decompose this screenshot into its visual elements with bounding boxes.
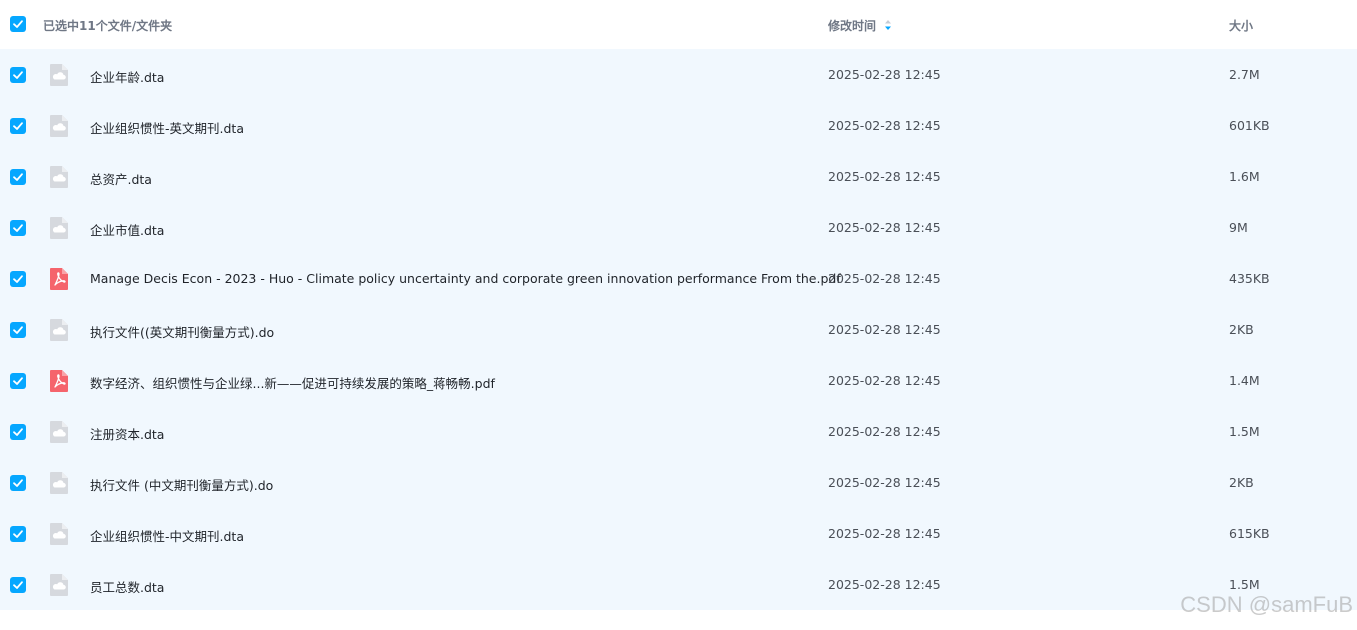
row-checkbox[interactable]: [10, 373, 26, 389]
file-size: 1.4M: [1229, 373, 1260, 388]
column-header-modified[interactable]: 修改时间: [828, 17, 876, 34]
file-size: 2KB: [1229, 322, 1254, 337]
check-icon: [13, 275, 23, 283]
row-checkbox[interactable]: [10, 526, 26, 542]
row-checkbox[interactable]: [10, 169, 26, 185]
row-checkbox[interactable]: [10, 271, 26, 287]
generic-file-icon: [50, 217, 68, 239]
file-row[interactable]: 企业市值.dta 2025-02-28 12:45 9M: [0, 202, 1357, 253]
generic-file-icon: [50, 421, 68, 443]
file-size: 1.6M: [1229, 169, 1260, 184]
check-icon: [13, 326, 23, 334]
file-name[interactable]: 企业组织惯性-英文期刊.dta: [90, 118, 244, 137]
check-icon: [13, 71, 23, 79]
generic-file-icon: [50, 64, 68, 86]
file-row[interactable]: 企业年龄.dta 2025-02-28 12:45 2.7M: [0, 49, 1357, 100]
check-icon: [13, 428, 23, 436]
file-row[interactable]: 总资产.dta 2025-02-28 12:45 1.6M: [0, 151, 1357, 202]
check-icon: [13, 122, 23, 130]
file-modified-date: 2025-02-28 12:45: [828, 118, 941, 133]
file-modified-date: 2025-02-28 12:45: [828, 475, 941, 490]
file-size: 601KB: [1229, 118, 1270, 133]
file-row[interactable]: 企业组织惯性-英文期刊.dta 2025-02-28 12:45 601KB: [0, 100, 1357, 151]
check-icon: [13, 20, 23, 28]
check-icon: [13, 224, 23, 232]
file-modified-date: 2025-02-28 12:45: [828, 526, 941, 541]
row-checkbox[interactable]: [10, 322, 26, 338]
generic-file-icon: [50, 319, 68, 341]
file-row[interactable]: 企业组织惯性-中文期刊.dta 2025-02-28 12:45 615KB: [0, 508, 1357, 559]
generic-file-icon: [50, 472, 68, 494]
check-icon: [13, 479, 23, 487]
row-checkbox[interactable]: [10, 67, 26, 83]
file-row[interactable]: Manage Decis Econ - 2023 - Huo - Climate…: [0, 253, 1357, 304]
generic-file-icon: [50, 166, 68, 188]
file-name[interactable]: 员工总数.dta: [90, 577, 164, 596]
generic-file-icon: [50, 523, 68, 545]
file-modified-date: 2025-02-28 12:45: [828, 373, 941, 388]
row-checkbox[interactable]: [10, 220, 26, 236]
row-checkbox[interactable]: [10, 424, 26, 440]
row-checkbox[interactable]: [10, 118, 26, 134]
file-list: 企业年龄.dta 2025-02-28 12:45 2.7M 企业组织惯性-英文期刊.…: [0, 49, 1357, 610]
file-row[interactable]: 员工总数.dta 2025-02-28 12:45 1.5M: [0, 559, 1357, 610]
file-name[interactable]: 注册资本.dta: [90, 424, 164, 443]
file-row[interactable]: 数字经济、组织惯性与企业绿...新——促进可持续发展的策略_蒋畅畅.pdf 202…: [0, 355, 1357, 406]
file-modified-date: 2025-02-28 12:45: [828, 220, 941, 235]
file-modified-date: 2025-02-28 12:45: [828, 169, 941, 184]
selection-count-label: 已选中11个文件/文件夹: [43, 19, 173, 33]
check-icon: [13, 377, 23, 385]
check-icon: [13, 581, 23, 589]
sort-desc-icon[interactable]: [883, 18, 893, 32]
file-modified-date: 2025-02-28 12:45: [828, 271, 941, 286]
file-name[interactable]: 执行文件((英文期刊衡量方式).do: [90, 322, 274, 341]
generic-file-icon: [50, 574, 68, 596]
file-modified-date: 2025-02-28 12:45: [828, 424, 941, 439]
column-header-size[interactable]: 大小: [1229, 17, 1253, 34]
row-checkbox[interactable]: [10, 577, 26, 593]
file-name[interactable]: 企业组织惯性-中文期刊.dta: [90, 526, 244, 545]
pdf-file-icon: [50, 370, 68, 392]
file-modified-date: 2025-02-28 12:45: [828, 322, 941, 337]
list-header: 已选中11个文件/文件夹 修改时间 大小: [0, 0, 1357, 49]
row-checkbox[interactable]: [10, 475, 26, 491]
check-icon: [13, 173, 23, 181]
file-name[interactable]: 数字经济、组织惯性与企业绿...新——促进可持续发展的策略_蒋畅畅.pdf: [90, 373, 495, 392]
file-size: 1.5M: [1229, 577, 1260, 592]
file-row[interactable]: 注册资本.dta 2025-02-28 12:45 1.5M: [0, 406, 1357, 457]
file-name[interactable]: 执行文件 (中文期刊衡量方式).do: [90, 475, 273, 494]
file-row[interactable]: 执行文件((英文期刊衡量方式).do 2025-02-28 12:45 2KB: [0, 304, 1357, 355]
file-modified-date: 2025-02-28 12:45: [828, 577, 941, 592]
generic-file-icon: [50, 115, 68, 137]
select-all-checkbox[interactable]: [10, 16, 26, 32]
watermark: CSDN @samFuB: [1180, 592, 1353, 617]
file-size: 615KB: [1229, 526, 1270, 541]
file-name[interactable]: 总资产.dta: [90, 169, 152, 188]
pdf-file-icon: [50, 268, 68, 290]
file-size: 2KB: [1229, 475, 1254, 490]
file-list-page: 已选中11个文件/文件夹 修改时间 大小 企业年龄.dta 2025-02-28 …: [0, 0, 1357, 630]
file-name[interactable]: 企业年龄.dta: [90, 67, 164, 86]
check-icon: [13, 530, 23, 538]
file-size: 9M: [1229, 220, 1248, 235]
file-size: 2.7M: [1229, 67, 1260, 82]
file-size: 1.5M: [1229, 424, 1260, 439]
file-modified-date: 2025-02-28 12:45: [828, 67, 941, 82]
file-name[interactable]: Manage Decis Econ - 2023 - Huo - Climate…: [90, 271, 841, 286]
file-size: 435KB: [1229, 271, 1270, 286]
file-name[interactable]: 企业市值.dta: [90, 220, 164, 239]
file-row[interactable]: 执行文件 (中文期刊衡量方式).do 2025-02-28 12:45 2KB: [0, 457, 1357, 508]
